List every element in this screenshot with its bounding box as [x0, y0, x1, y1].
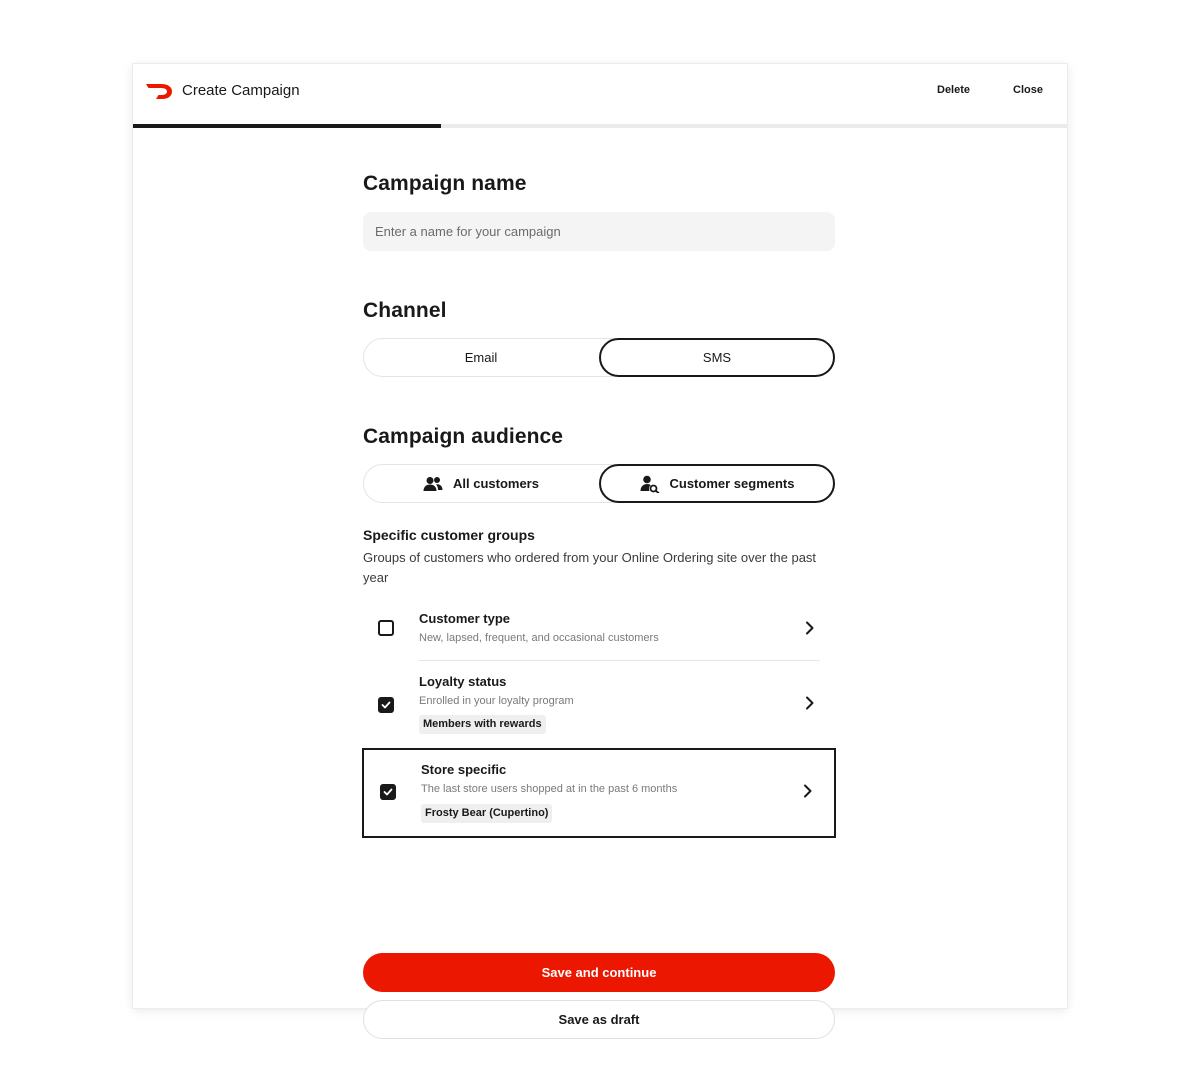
audience-toggle: All customers Customer segments	[363, 464, 835, 503]
page-title: Create Campaign	[182, 82, 300, 99]
checkmark-icon	[381, 701, 391, 709]
checkmark-icon	[383, 788, 393, 796]
option-title: Customer type	[419, 611, 511, 626]
group-option-store-specific[interactable]: Store specific The last store users shop…	[362, 748, 836, 838]
user-search-icon	[640, 475, 659, 493]
progress-bar	[133, 124, 442, 128]
customer-group-list: Customer type New, lapsed, frequent, and…	[362, 600, 836, 838]
channel-toggle: Email SMS	[363, 338, 835, 377]
chevron-right-icon	[806, 696, 814, 710]
audience-option-label: Customer segments	[669, 476, 795, 491]
audience-option-label: All customers	[453, 476, 539, 491]
campaign-name-input[interactable]	[363, 212, 835, 251]
channel-option-label: SMS	[702, 350, 732, 365]
users-icon	[423, 476, 443, 491]
save-as-draft-button[interactable]: Save as draft	[363, 1000, 835, 1039]
option-title: Store specific	[421, 762, 507, 777]
campaign-form: Campaign name Channel Email SMS Campaign…	[362, 172, 836, 1039]
loyalty-status-checkbox[interactable]	[378, 697, 394, 713]
top-bar: Create Campaign Delete Close	[133, 64, 1067, 128]
close-button[interactable]: Close	[1013, 84, 1043, 96]
chevron-right-icon	[806, 621, 814, 635]
group-option-customer-type[interactable]: Customer type New, lapsed, frequent, and…	[362, 600, 836, 661]
selected-filter-tag: Frosty Bear (Cupertino)	[421, 804, 553, 823]
customer-groups-title: Specific customer groups	[363, 527, 535, 543]
delete-button[interactable]: Delete	[937, 84, 970, 96]
save-and-continue-button[interactable]: Save and continue	[363, 953, 835, 992]
channel-option-sms[interactable]: SMS	[599, 338, 835, 377]
audience-option-all-customers[interactable]: All customers	[363, 464, 599, 503]
option-subtitle: Enrolled in your loyalty program	[419, 695, 574, 707]
channel-heading: Channel	[363, 299, 447, 322]
doordash-logo-icon	[146, 84, 172, 99]
customer-type-checkbox[interactable]	[378, 620, 394, 636]
option-subtitle: New, lapsed, frequent, and occasional cu…	[419, 632, 659, 644]
option-subtitle: The last store users shopped at in the p…	[421, 783, 678, 795]
customer-groups-description: Groups of customers who ordered from you…	[363, 550, 817, 585]
campaign-audience-heading: Campaign audience	[363, 425, 564, 448]
selected-filter-tag: Members with rewards	[419, 715, 546, 734]
create-campaign-window: Create Campaign Delete Close Campaign na…	[133, 64, 1067, 1039]
audience-option-customer-segments[interactable]: Customer segments	[599, 464, 835, 503]
channel-option-email[interactable]: Email	[363, 338, 599, 377]
group-option-loyalty-status[interactable]: Loyalty status Enrolled in your loyalty …	[362, 661, 836, 747]
chevron-right-icon	[804, 784, 812, 798]
campaign-name-heading: Campaign name	[363, 172, 527, 195]
store-specific-checkbox[interactable]	[380, 784, 396, 800]
channel-option-label: Email	[464, 350, 498, 365]
option-title: Loyalty status	[419, 674, 507, 689]
